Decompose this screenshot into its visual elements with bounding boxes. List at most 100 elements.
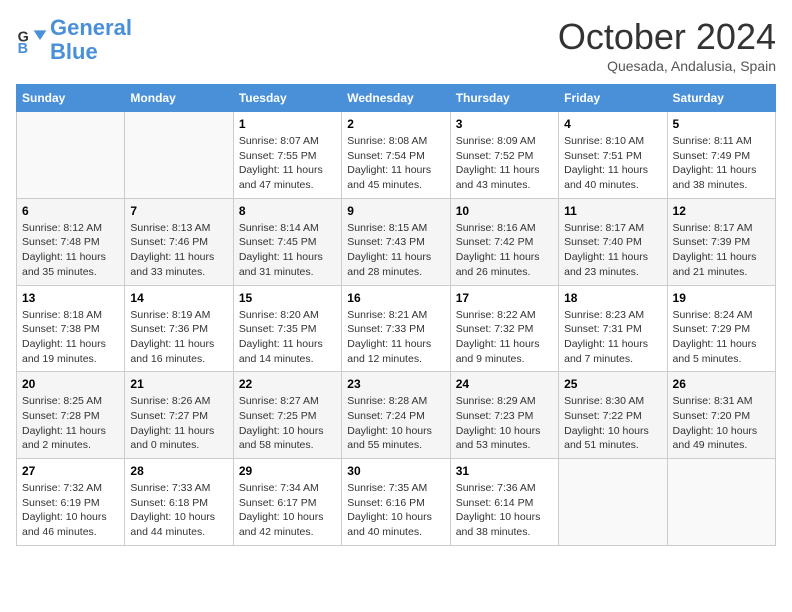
calendar-cell: 5 Sunrise: 8:11 AMSunset: 7:49 PMDaylight… bbox=[667, 112, 775, 199]
calendar-cell: 8 Sunrise: 8:14 AMSunset: 7:45 PMDaylight… bbox=[233, 198, 341, 285]
day-number: 17 bbox=[456, 291, 553, 305]
day-number: 25 bbox=[564, 377, 661, 391]
calendar-cell: 19 Sunrise: 8:24 AMSunset: 7:29 PMDayligh… bbox=[667, 285, 775, 372]
calendar-cell: 30 Sunrise: 7:35 AMSunset: 6:16 PMDayligh… bbox=[342, 459, 450, 546]
title-block: October 2024 Quesada, Andalusia, Spain bbox=[558, 16, 776, 74]
calendar-week-row: 6 Sunrise: 8:12 AMSunset: 7:48 PMDaylight… bbox=[17, 198, 776, 285]
header-saturday: Saturday bbox=[667, 85, 775, 112]
day-number: 23 bbox=[347, 377, 444, 391]
day-number: 8 bbox=[239, 204, 336, 218]
day-number: 10 bbox=[456, 204, 553, 218]
day-number: 29 bbox=[239, 464, 336, 478]
calendar-cell: 6 Sunrise: 8:12 AMSunset: 7:48 PMDaylight… bbox=[17, 198, 125, 285]
day-info: Sunrise: 8:08 AMSunset: 7:54 PMDaylight:… bbox=[347, 134, 444, 193]
calendar-cell: 31Sunrise: 7:36 AMSunset: 6:14 PMDayligh… bbox=[450, 459, 558, 546]
calendar-cell: 26 Sunrise: 8:31 AMSunset: 7:20 PMDayligh… bbox=[667, 372, 775, 459]
calendar-cell: 27 Sunrise: 7:32 AMSunset: 6:19 PMDayligh… bbox=[17, 459, 125, 546]
header-monday: Monday bbox=[125, 85, 233, 112]
day-info: Sunrise: 8:16 AMSunset: 7:42 PMDaylight:… bbox=[456, 221, 553, 280]
calendar-week-row: 20Sunrise: 8:25 AMSunset: 7:28 PMDayligh… bbox=[17, 372, 776, 459]
day-number: 4 bbox=[564, 117, 661, 131]
calendar-cell: 25 Sunrise: 8:30 AMSunset: 7:22 PMDayligh… bbox=[559, 372, 667, 459]
day-number: 19 bbox=[673, 291, 770, 305]
day-number: 14 bbox=[130, 291, 227, 305]
calendar-cell: 7Sunrise: 8:13 AMSunset: 7:46 PMDaylight… bbox=[125, 198, 233, 285]
day-number: 16 bbox=[347, 291, 444, 305]
day-number: 21 bbox=[130, 377, 227, 391]
calendar-cell: 1 Sunrise: 8:07 AMSunset: 7:55 PMDaylight… bbox=[233, 112, 341, 199]
day-number: 1 bbox=[239, 117, 336, 131]
day-number: 30 bbox=[347, 464, 444, 478]
calendar-cell bbox=[559, 459, 667, 546]
calendar-cell: 18 Sunrise: 8:23 AMSunset: 7:31 PMDayligh… bbox=[559, 285, 667, 372]
day-number: 6 bbox=[22, 204, 119, 218]
calendar-cell: 3Sunrise: 8:09 AMSunset: 7:52 PMDaylight… bbox=[450, 112, 558, 199]
day-number: 9 bbox=[347, 204, 444, 218]
calendar-cell: 17 Sunrise: 8:22 AMSunset: 7:32 PMDayligh… bbox=[450, 285, 558, 372]
calendar-cell: 10 Sunrise: 8:16 AMSunset: 7:42 PMDayligh… bbox=[450, 198, 558, 285]
day-info: Sunrise: 8:21 AMSunset: 7:33 PMDaylight:… bbox=[347, 308, 444, 367]
day-info: Sunrise: 8:18 AMSunset: 7:38 PMDaylight:… bbox=[22, 308, 119, 367]
day-info: Sunrise: 8:27 AMSunset: 7:25 PMDaylight:… bbox=[239, 394, 336, 453]
calendar-week-row: 13Sunrise: 8:18 AMSunset: 7:38 PMDayligh… bbox=[17, 285, 776, 372]
calendar-cell bbox=[17, 112, 125, 199]
day-info: Sunrise: 8:22 AMSunset: 7:32 PMDaylight:… bbox=[456, 308, 553, 367]
calendar-cell: 13Sunrise: 8:18 AMSunset: 7:38 PMDayligh… bbox=[17, 285, 125, 372]
day-number: 7 bbox=[130, 204, 227, 218]
location: Quesada, Andalusia, Spain bbox=[558, 58, 776, 74]
day-number: 2 bbox=[347, 117, 444, 131]
calendar-cell: 2 Sunrise: 8:08 AMSunset: 7:54 PMDaylight… bbox=[342, 112, 450, 199]
header-thursday: Thursday bbox=[450, 85, 558, 112]
day-info: Sunrise: 8:11 AMSunset: 7:49 PMDaylight:… bbox=[673, 134, 770, 193]
day-number: 18 bbox=[564, 291, 661, 305]
day-info: Sunrise: 7:33 AMSunset: 6:18 PMDaylight:… bbox=[130, 481, 227, 540]
day-number: 5 bbox=[673, 117, 770, 131]
calendar-cell: 22 Sunrise: 8:27 AMSunset: 7:25 PMDayligh… bbox=[233, 372, 341, 459]
header-wednesday: Wednesday bbox=[342, 85, 450, 112]
day-info: Sunrise: 8:31 AMSunset: 7:20 PMDaylight:… bbox=[673, 394, 770, 453]
calendar-cell bbox=[125, 112, 233, 199]
day-info: Sunrise: 8:24 AMSunset: 7:29 PMDaylight:… bbox=[673, 308, 770, 367]
calendar-cell: 16 Sunrise: 8:21 AMSunset: 7:33 PMDayligh… bbox=[342, 285, 450, 372]
day-info: Sunrise: 8:07 AMSunset: 7:55 PMDaylight:… bbox=[239, 134, 336, 193]
day-number: 22 bbox=[239, 377, 336, 391]
day-number: 24 bbox=[456, 377, 553, 391]
svg-text:B: B bbox=[18, 41, 28, 56]
day-info: Sunrise: 7:36 AMSunset: 6:14 PMDaylight:… bbox=[456, 481, 553, 540]
page-header: G B GeneralBlue October 2024 Quesada, An… bbox=[16, 16, 776, 74]
calendar-cell: 21 Sunrise: 8:26 AMSunset: 7:27 PMDayligh… bbox=[125, 372, 233, 459]
header-tuesday: Tuesday bbox=[233, 85, 341, 112]
day-info: Sunrise: 8:26 AMSunset: 7:27 PMDaylight:… bbox=[130, 394, 227, 453]
calendar-cell: 29Sunrise: 7:34 AMSunset: 6:17 PMDayligh… bbox=[233, 459, 341, 546]
day-info: Sunrise: 8:30 AMSunset: 7:22 PMDaylight:… bbox=[564, 394, 661, 453]
day-info: Sunrise: 8:19 AMSunset: 7:36 PMDaylight:… bbox=[130, 308, 227, 367]
day-number: 28 bbox=[130, 464, 227, 478]
logo: G B GeneralBlue bbox=[16, 16, 132, 64]
calendar-cell: 14 Sunrise: 8:19 AMSunset: 7:36 PMDayligh… bbox=[125, 285, 233, 372]
day-info: Sunrise: 8:10 AMSunset: 7:51 PMDaylight:… bbox=[564, 134, 661, 193]
header-sunday: Sunday bbox=[17, 85, 125, 112]
calendar-cell: 28 Sunrise: 7:33 AMSunset: 6:18 PMDayligh… bbox=[125, 459, 233, 546]
day-info: Sunrise: 7:35 AMSunset: 6:16 PMDaylight:… bbox=[347, 481, 444, 540]
calendar-cell: 23 Sunrise: 8:28 AMSunset: 7:24 PMDayligh… bbox=[342, 372, 450, 459]
day-info: Sunrise: 8:12 AMSunset: 7:48 PMDaylight:… bbox=[22, 221, 119, 280]
day-info: Sunrise: 7:32 AMSunset: 6:19 PMDaylight:… bbox=[22, 481, 119, 540]
day-number: 26 bbox=[673, 377, 770, 391]
day-info: Sunrise: 8:29 AMSunset: 7:23 PMDaylight:… bbox=[456, 394, 553, 453]
day-number: 12 bbox=[673, 204, 770, 218]
day-number: 27 bbox=[22, 464, 119, 478]
day-info: Sunrise: 8:23 AMSunset: 7:31 PMDaylight:… bbox=[564, 308, 661, 367]
calendar-header-row: SundayMondayTuesdayWednesdayThursdayFrid… bbox=[17, 85, 776, 112]
day-number: 20 bbox=[22, 377, 119, 391]
calendar-cell: 20Sunrise: 8:25 AMSunset: 7:28 PMDayligh… bbox=[17, 372, 125, 459]
day-info: Sunrise: 8:20 AMSunset: 7:35 PMDaylight:… bbox=[239, 308, 336, 367]
calendar-week-row: 27 Sunrise: 7:32 AMSunset: 6:19 PMDayligh… bbox=[17, 459, 776, 546]
calendar-cell: 12 Sunrise: 8:17 AMSunset: 7:39 PMDayligh… bbox=[667, 198, 775, 285]
header-friday: Friday bbox=[559, 85, 667, 112]
day-info: Sunrise: 8:09 AMSunset: 7:52 PMDaylight:… bbox=[456, 134, 553, 193]
day-info: Sunrise: 8:14 AMSunset: 7:45 PMDaylight:… bbox=[239, 221, 336, 280]
day-info: Sunrise: 8:17 AMSunset: 7:39 PMDaylight:… bbox=[673, 221, 770, 280]
month-title: October 2024 bbox=[558, 16, 776, 58]
day-info: Sunrise: 8:28 AMSunset: 7:24 PMDaylight:… bbox=[347, 394, 444, 453]
day-info: Sunrise: 8:15 AMSunset: 7:43 PMDaylight:… bbox=[347, 221, 444, 280]
